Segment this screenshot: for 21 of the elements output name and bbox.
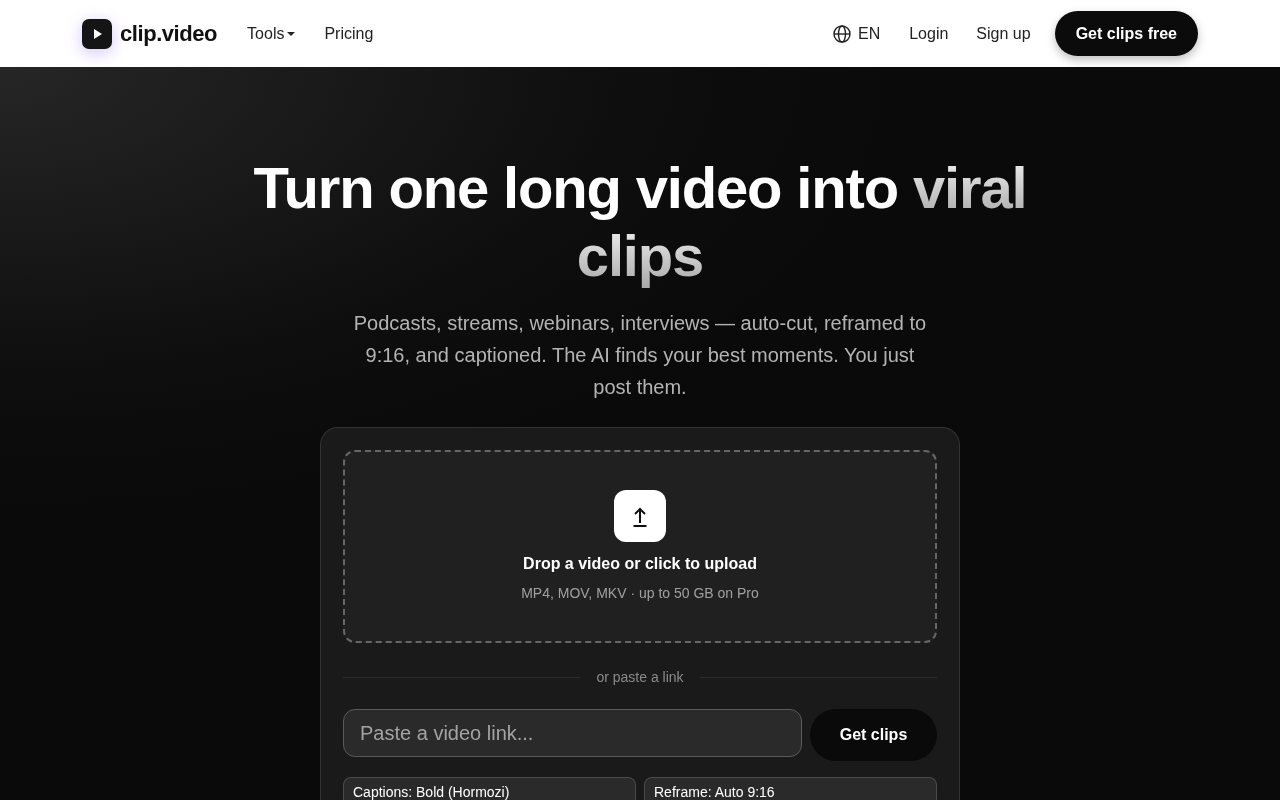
upload-icon (614, 490, 666, 542)
logo-text: clip.video (120, 20, 218, 48)
logo-link[interactable]: clip.video (82, 17, 218, 50)
divider-label: or paste a link (596, 668, 684, 687)
link-input-field[interactable]: Paste a video link... (343, 709, 802, 757)
login-link[interactable]: Login (909, 21, 949, 46)
language-button[interactable]: EN (832, 21, 881, 46)
dropzone-hint: MP4, MOV, MKV · up to 50 GB on Pro (521, 584, 759, 603)
signup-link[interactable]: Sign up (976, 21, 1031, 46)
dropzone-title: Drop a video or click to upload (523, 554, 757, 574)
option-select[interactable]: Captions: Bold (Hormozi) (343, 777, 636, 800)
dropzone[interactable]: Drop a video or click to upload MP4, MOV, MKV · up to 50 GB on Pro (343, 450, 937, 643)
hero-subtitle: Podcasts, streams, webinars, interviews — auto-cut, reframed to 9:16, and captioned. The AI finds your best moments. You just post them. (352, 311, 928, 400)
nav-link[interactable]: Pricing (324, 22, 374, 46)
tools-menu[interactable]: Tools (247, 22, 296, 46)
option-select[interactable]: Reframe: Auto 9:16 (644, 777, 937, 800)
play-logo-icon (82, 18, 112, 49)
globe-icon (832, 24, 851, 43)
get-clips-free-button[interactable]: Get clips free (1054, 11, 1198, 56)
get-clips-button[interactable]: Get clips (810, 709, 937, 761)
caret-icon (287, 32, 296, 36)
